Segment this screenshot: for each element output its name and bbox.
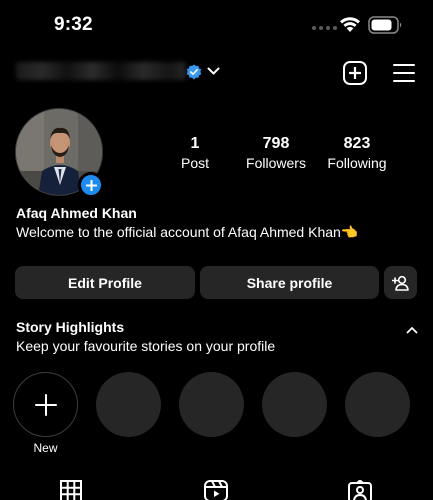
username[interactable] [16,62,186,80]
bio: Welcome to the official account of Afaq … [16,224,358,241]
pointing-hand-emoji: 👈 [340,224,359,240]
menu-button[interactable] [393,64,415,82]
plus-icon [349,67,361,79]
highlights-title: Story Highlights [16,319,125,335]
verified-badge-icon [186,64,202,80]
highlights-subtitle: Keep your favourite stories on your prof… [16,338,276,354]
discover-people-button[interactable] [384,266,417,299]
stat-label: Followers [246,155,306,171]
grid-icon[interactable] [60,480,82,500]
new-highlight-label: New [33,441,58,455]
new-post-button[interactable] [343,61,367,85]
stat-label: Following [327,155,387,171]
highlight-placeholder [179,372,244,437]
chevron-up-icon[interactable] [406,326,418,334]
plus-icon [85,179,97,191]
reels-icon[interactable] [204,480,228,500]
chevron-down-icon[interactable] [207,67,220,76]
stat-value: 1 [190,135,200,152]
stat-label: Post [180,155,209,171]
posts-count[interactable]: 1 Post [170,135,220,172]
highlight-placeholder [345,372,410,437]
profile-screen: 9:32 1 Post 798 Followers 823 Following … [0,0,433,500]
wifi-icon [340,17,360,32]
plus-icon [34,393,57,416]
bio-text: Welcome to the official account of Afaq … [16,224,341,240]
following-count[interactable]: 823 Following [318,135,396,172]
edit-profile-button[interactable]: Edit Profile [15,266,195,299]
add-person-icon [391,275,409,291]
share-profile-button[interactable]: Share profile [200,266,379,299]
stat-value: 798 [262,135,290,152]
highlight-placeholder [96,372,161,437]
status-bar: 9:32 [0,0,433,52]
highlight-placeholder [262,372,327,437]
cellular-signal-icon [312,26,337,30]
new-highlight-button[interactable] [13,372,78,437]
battery-icon [368,16,402,34]
followers-count[interactable]: 798 Followers [236,135,316,172]
display-name: Afaq Ahmed Khan [16,205,137,221]
stat-value: 823 [343,135,371,152]
add-story-button[interactable] [78,172,104,198]
tagged-icon[interactable] [348,480,372,500]
status-time: 9:32 [54,14,93,35]
